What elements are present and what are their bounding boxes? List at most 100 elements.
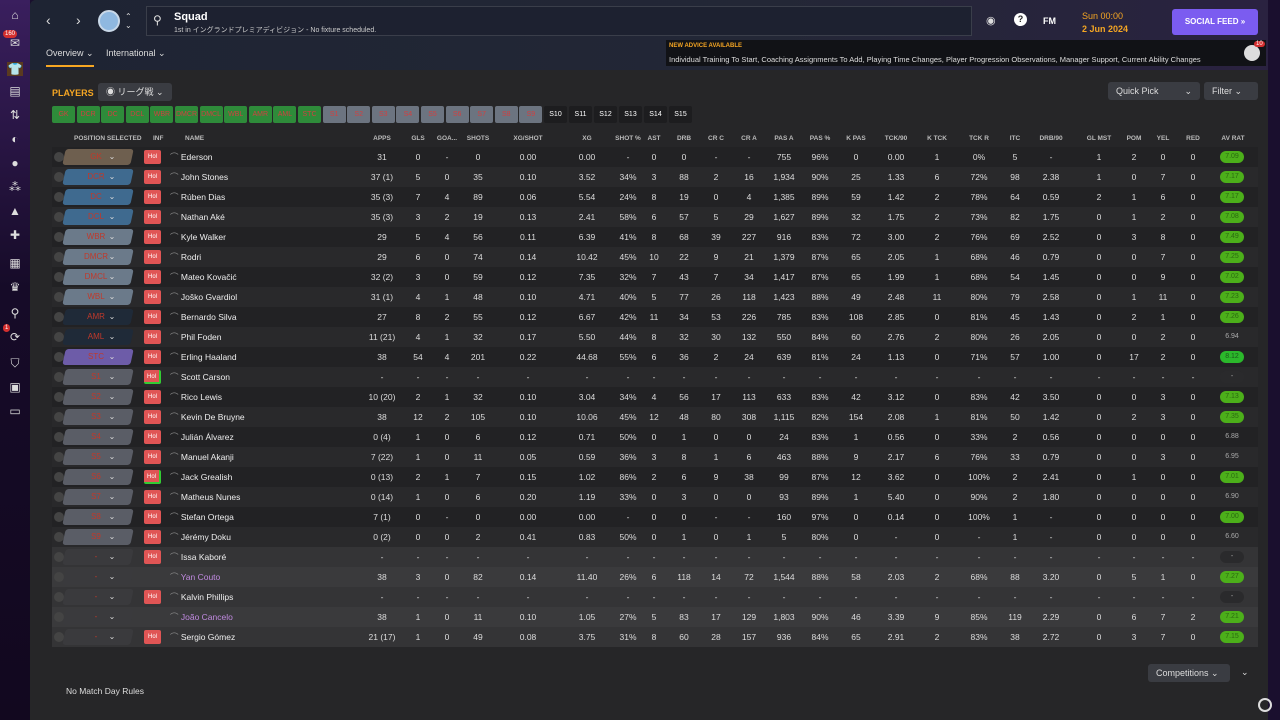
position-button-s5[interactable]: S5 — [421, 106, 444, 123]
staff-icon[interactable]: ⇅ — [7, 108, 23, 122]
position-selector[interactable]: DCL ⌄ — [62, 209, 134, 225]
position-selector[interactable]: S3 ⌄ — [62, 409, 134, 425]
position-selector[interactable]: S8 ⌄ — [62, 509, 134, 525]
position-selector[interactable]: S4 ⌄ — [62, 429, 134, 445]
dynamics-icon[interactable]: ● — [7, 156, 23, 170]
position-selector[interactable]: DMCL ⌄ — [62, 269, 134, 285]
player-name[interactable]: ⌒ Jérémy Doku — [170, 527, 231, 547]
help-icon[interactable]: ? — [1014, 13, 1027, 26]
table-row[interactable]: S5 ⌄ Hol ⌒ Manuel Akanji 7 (22) 1 0 11 0.05 0.59 3… — [52, 447, 1258, 467]
column-header-xg[interactable]: XG — [582, 135, 591, 142]
club-crest[interactable] — [98, 10, 120, 32]
position-selector[interactable]: - ⌄ — [62, 589, 134, 605]
table-row[interactable]: DCL ⌄ Hol ⌒ Nathan Aké 35 (3) 3 2 19 0.13 2.41 58%… — [52, 207, 1258, 227]
table-row[interactable]: - ⌄ Hol ⌒ Kalvin Phillips - - - - - - - - - - - - - - - - - -… — [52, 587, 1258, 607]
column-header-pas-a[interactable]: PAS A — [774, 135, 793, 142]
finances-icon[interactable]: ▣ — [7, 380, 23, 394]
player-name[interactable]: ⌒ Joško Gvardiol — [170, 287, 237, 307]
search-bar[interactable]: ⚲ Squad 1st in イングランドプレミアディビジョン - No fix… — [146, 6, 972, 36]
position-selector[interactable]: - ⌄ — [62, 629, 134, 645]
position-button-s10[interactable]: S10 — [544, 106, 567, 123]
column-header-tck-r[interactable]: TCK R — [969, 135, 989, 142]
schedule-icon[interactable]: ✚ — [7, 228, 23, 242]
player-name[interactable]: ⌒ Kalvin Phillips — [170, 587, 233, 607]
back-button[interactable]: ‹ — [46, 12, 51, 28]
player-name[interactable]: ⌒ Rodri — [170, 247, 201, 267]
table-row[interactable]: S7 ⌄ Hol ⌒ Matheus Nunes 0 (14) 1 0 6 0.20 1.19 33… — [52, 487, 1258, 507]
squad-icon[interactable]: 👕 — [7, 62, 23, 76]
home-icon[interactable]: ⌂ — [7, 8, 23, 22]
table-row[interactable]: - ⌄ Hol ⌒ Sergio Gómez 21 (17) 1 0 49 0.08 3.75 31… — [52, 627, 1258, 647]
column-header-inf[interactable]: INF — [153, 135, 163, 142]
position-selector[interactable]: DMCR ⌄ — [62, 249, 134, 265]
column-header-tck-90[interactable]: TCK/90 — [885, 135, 907, 142]
column-header-ast[interactable]: AST — [648, 135, 661, 142]
table-row[interactable]: S2 ⌄ Hol ⌒ Rico Lewis 10 (20) 2 1 32 0.10 3.04 34%… — [52, 387, 1258, 407]
game-date[interactable]: 2 Jun 2024 — [1082, 24, 1128, 34]
table-row[interactable]: - ⌄ Hol ⌒ Issa Kaboré - - - - - - - - - - - - - - - - - - - - - -… — [52, 547, 1258, 567]
player-name[interactable]: ⌒ Yan Couto — [170, 567, 220, 587]
position-selector[interactable]: S6 ⌄ — [62, 469, 134, 485]
player-name[interactable]: ⌒ João Cancelo — [170, 607, 233, 627]
player-name[interactable]: ⌒ Matheus Nunes — [170, 487, 240, 507]
position-button-s12[interactable]: S12 — [594, 106, 617, 123]
position-button-s13[interactable]: S13 — [619, 106, 642, 123]
club-switch-icon[interactable]: ⌃ ⌄ — [125, 12, 132, 30]
column-header-itc[interactable]: ITC — [1010, 135, 1020, 142]
player-name[interactable]: ⌒ Jack Grealish — [170, 467, 232, 487]
more-chevron-icon[interactable]: ⌄ — [1241, 667, 1249, 678]
club-vision-icon[interactable]: ⛉ — [7, 356, 23, 370]
position-button-dcr[interactable]: DCR — [76, 106, 100, 123]
player-name[interactable]: ⌒ Phil Foden — [170, 327, 222, 347]
medical-icon[interactable]: ▲ — [7, 204, 23, 218]
column-header-goa[interactable]: GOA... — [437, 135, 457, 142]
player-name[interactable]: ⌒ Kevin De Bruyne — [170, 407, 245, 427]
staff-advice-icon[interactable] — [1244, 45, 1260, 61]
position-selector[interactable]: WBL ⌄ — [62, 289, 134, 305]
table-row[interactable]: S9 ⌄ Hol ⌒ Jérémy Doku 0 (2) 0 0 2 0.41 0.83 50% 0 1… — [52, 527, 1258, 547]
column-header-cr-a[interactable]: CR A — [741, 135, 757, 142]
column-header-av-rat[interactable]: AV RAT — [1221, 135, 1244, 142]
tactics-icon[interactable]: ▤ — [7, 84, 23, 98]
position-selector[interactable]: S9 ⌄ — [62, 529, 134, 545]
position-selector[interactable]: GK ⌄ — [62, 149, 134, 165]
player-name[interactable]: ⌒ Sergio Gómez — [170, 627, 235, 647]
development-icon[interactable]: ⁂ — [7, 180, 23, 194]
position-button-wbl[interactable]: WBL — [224, 106, 248, 123]
forward-button[interactable]: › — [76, 12, 81, 28]
club-info-icon[interactable]: ⟳ — [7, 330, 23, 344]
position-button-gk[interactable]: GK — [52, 106, 75, 123]
position-button-wbr[interactable]: WBR — [150, 106, 174, 123]
table-row[interactable]: S1 ⌄ Hol ⌒ Scott Carson - - - - - - - - - - - - - - - - - - - -… — [52, 367, 1258, 387]
world-icon[interactable]: ◉ — [986, 14, 996, 27]
position-button-s4[interactable]: S4 — [396, 106, 420, 123]
position-button-s3[interactable]: S3 — [371, 106, 395, 123]
column-header-drb-90[interactable]: DRB/90 — [1039, 135, 1062, 142]
data-hub-icon[interactable]: ▭ — [7, 404, 23, 418]
player-name[interactable]: ⌒ Bernardo Silva — [170, 307, 237, 327]
table-row[interactable]: WBL ⌄ Hol ⌒ Joško Gvardiol 31 (1) 4 1 48 0.10 4.7… — [52, 287, 1258, 307]
position-button-dcl[interactable]: DCL — [125, 106, 149, 123]
table-row[interactable]: - ⌄ ⌒ João Cancelo 38 1 0 11 0.10 1.05 27% 5 83 17 12… — [52, 607, 1258, 627]
search-icon[interactable]: ♛ — [7, 280, 23, 294]
position-button-s1[interactable]: S1 — [322, 106, 346, 123]
column-header-shot[interactable]: SHOT % — [615, 135, 641, 142]
player-name[interactable]: ⌒ Rúben Dias — [170, 187, 225, 207]
position-button-s9[interactable]: S9 — [519, 106, 543, 123]
column-header-k-tck[interactable]: K TCK — [927, 135, 947, 142]
column-header-pom[interactable]: POM — [1127, 135, 1142, 142]
player-name[interactable]: ⌒ John Stones — [170, 167, 228, 187]
table-row[interactable]: DMCL ⌄ Hol ⌒ Mateo Kovačić 32 (2) 3 0 59 0.12 7.3… — [52, 267, 1258, 287]
table-row[interactable]: GK ⌄ Hol ⌒ Ederson 31 0 - 0 0.00 0.00 - 0 0 - - 755 96% 0… — [52, 147, 1258, 167]
position-button-amr[interactable]: AMR — [248, 106, 272, 123]
table-row[interactable]: - ⌄ ⌒ Yan Couto 38 3 0 82 0.14 11.40 26% 6 118 14 72 1… — [52, 567, 1258, 587]
position-selector[interactable]: S7 ⌄ — [62, 489, 134, 505]
player-name[interactable]: ⌒ Issa Kaboré — [170, 547, 226, 567]
table-row[interactable]: STC ⌄ Hol ⌒ Erling Haaland 38 54 4 201 0.22 44.68… — [52, 347, 1258, 367]
competitions-icon[interactable]: ▦ — [7, 256, 23, 270]
position-selector[interactable]: DC ⌄ — [62, 189, 134, 205]
tab-international[interactable]: International ⌄ — [106, 48, 166, 59]
transfers-icon[interactable]: ⚲ — [7, 306, 23, 320]
position-selector[interactable]: S2 ⌄ — [62, 389, 134, 405]
position-selector[interactable]: - ⌄ — [62, 549, 134, 565]
